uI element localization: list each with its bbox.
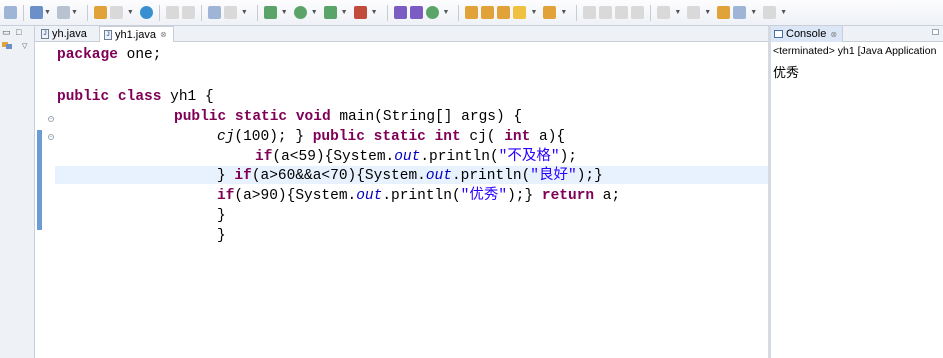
chevron-down-icon[interactable]: ▼ (371, 9, 378, 16)
code-line: cj(100); } public static int cj( int a){ (217, 129, 566, 145)
toolbar-separator (23, 4, 24, 21)
toolbar-separator (256, 4, 258, 21)
tab-label: yh1.java (115, 28, 156, 41)
globe-icon[interactable] (139, 6, 153, 19)
editor-tab-bar: J yh.java J yh1.java ⊗ (35, 26, 768, 42)
code-line: } if(a>60&&a<70){System.out.println("良好"… (217, 168, 603, 184)
chevron-down-icon[interactable]: ▼ (530, 9, 537, 16)
open-type-icon[interactable] (465, 6, 479, 19)
copy-icon[interactable] (181, 6, 195, 19)
chevron-down-icon[interactable]: ▼ (704, 9, 711, 16)
tab-yh-java[interactable]: J yh.java (37, 26, 93, 42)
toolbar-separator (86, 4, 88, 21)
chevron-down-icon[interactable]: ▼ (71, 9, 78, 16)
external-tools-icon[interactable] (207, 6, 221, 19)
maximize-icon[interactable]: □ (16, 28, 21, 37)
search-icon[interactable] (223, 6, 237, 19)
code-line: public static void main(String[] args) { (174, 109, 523, 125)
new-package-icon[interactable] (409, 6, 423, 19)
console-view[interactable]: <terminated> yh1 [Java Application 优秀 (771, 42, 943, 358)
toolbar-separator (386, 4, 388, 21)
toolbar-separator (576, 4, 578, 21)
editor-ruler: − − (35, 42, 55, 358)
fold-collapse-icon[interactable]: − (48, 116, 54, 122)
view-menu-icon[interactable]: ▽ (22, 42, 27, 51)
print-icon[interactable] (109, 6, 123, 19)
new-java-project-icon[interactable] (393, 6, 407, 19)
workspace-icon[interactable] (4, 6, 17, 19)
chevron-down-icon[interactable]: ▼ (241, 9, 248, 16)
toolbar-separator (458, 4, 460, 21)
toolbar-separator (158, 4, 160, 21)
chevron-down-icon[interactable]: ▼ (341, 9, 348, 16)
chevron-down-icon[interactable]: ▼ (750, 9, 757, 16)
quick-diff-bar (37, 130, 42, 230)
annotation-icon[interactable] (513, 6, 527, 19)
java-file-icon: J (104, 29, 112, 40)
coverage-icon[interactable] (323, 6, 337, 19)
toggle-mark-icon[interactable] (583, 6, 597, 19)
debug-icon[interactable] (263, 6, 277, 19)
open-folder-icon[interactable] (93, 6, 107, 19)
prev-annotation-icon[interactable] (687, 6, 701, 19)
tab-label: yh.java (52, 28, 87, 40)
navigate-back-icon[interactable] (717, 6, 731, 19)
navigate-forward-icon[interactable] (733, 6, 747, 19)
link-with-editor-icon[interactable] (2, 41, 13, 50)
chevron-down-icon[interactable]: ▼ (443, 9, 450, 16)
code-line: package one; (57, 47, 162, 63)
show-whitespace-icon[interactable] (631, 6, 645, 19)
run-icon[interactable] (293, 6, 307, 19)
tab-yh1-java[interactable]: J yh1.java ⊗ (99, 26, 174, 42)
code-line: if(a>90){System.out.println("优秀");} retu… (217, 188, 621, 204)
console-icon (774, 30, 783, 38)
block-selection-icon[interactable] (615, 6, 629, 19)
new-icon[interactable] (30, 6, 43, 19)
open-resource-icon[interactable] (497, 6, 511, 19)
main-toolbar: ▼ ▼ ▼ ▼ ▼ ▼ ▼ ▼ ▼ ▼ ▼ ▼ ▼ ▼ ▼ (0, 0, 943, 26)
chevron-down-icon[interactable]: ▼ (674, 9, 681, 16)
chevron-down-icon[interactable]: ▼ (127, 9, 134, 16)
external-run-icon[interactable] (353, 6, 367, 19)
save-icon[interactable] (56, 6, 70, 19)
chevron-down-icon[interactable]: ▼ (560, 9, 567, 16)
pen-icon[interactable] (599, 6, 613, 19)
java-editor[interactable]: − − package one; public class yh1 { publ… (35, 42, 768, 358)
java-file-icon: J (41, 29, 49, 39)
console-status: <terminated> yh1 [Java Application (773, 45, 937, 57)
tab-console[interactable]: Console ⊗ (771, 26, 844, 42)
code-line: } (217, 208, 226, 224)
close-icon[interactable]: ⊗ (830, 30, 837, 39)
forward-icon[interactable] (763, 6, 777, 19)
fold-collapse-icon[interactable]: − (48, 134, 54, 140)
console-output: 优秀 (773, 66, 800, 81)
open-task-icon[interactable] (481, 6, 495, 19)
toolbar-separator (650, 4, 652, 21)
next-annotation-icon[interactable] (657, 6, 671, 19)
restore-icon[interactable]: ▭ (2, 28, 11, 37)
cut-icon[interactable] (165, 6, 179, 19)
tab-label: Console (786, 28, 827, 40)
console-tab-bar: Console ⊗ (771, 26, 943, 42)
left-trim-stack: ▭ □ ▽ (0, 26, 35, 358)
chevron-down-icon[interactable]: ▼ (311, 9, 318, 16)
close-icon[interactable]: ⊗ (160, 30, 167, 39)
code-line: if(a<59){System.out.println("不及格"); (255, 149, 577, 165)
toolbar-separator (200, 4, 202, 21)
chevron-down-icon[interactable]: ▼ (780, 9, 787, 16)
chevron-down-icon[interactable]: ▼ (44, 9, 51, 16)
search-results-icon[interactable] (543, 6, 557, 19)
new-class-icon[interactable] (425, 6, 439, 19)
chevron-down-icon[interactable]: ▼ (281, 9, 288, 16)
code-line: public class yh1 { (57, 89, 214, 105)
code-line: } (217, 228, 226, 244)
minimize-icon[interactable] (932, 29, 939, 35)
